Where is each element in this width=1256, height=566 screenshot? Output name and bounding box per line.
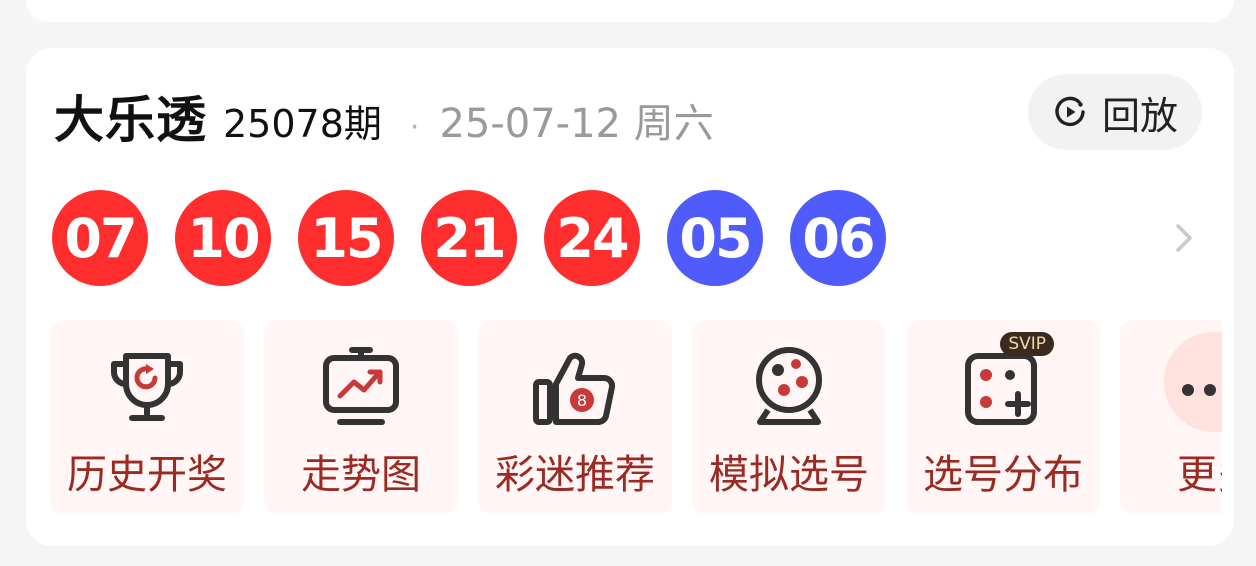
tool-label: 走势图 [301, 452, 421, 498]
tool-trend-chart[interactable]: 走势图 [264, 320, 458, 514]
more-icon [1182, 384, 1216, 396]
tool-label: 选号分布 [923, 452, 1083, 498]
chevron-right-icon[interactable] [1170, 218, 1198, 258]
replay-label: 回放 [1101, 93, 1178, 138]
replay-icon [1055, 96, 1085, 127]
front-ball: 07 [52, 190, 148, 286]
lottery-card: 大乐透 25078期 · 25-07-12 周六 回放 07 10 15 21 … [26, 48, 1234, 546]
front-ball: 10 [175, 190, 271, 286]
front-ball: 24 [544, 190, 640, 286]
thumbs-up-icon: 8 [533, 352, 616, 425]
trophy-icon [111, 353, 183, 421]
front-ball: 15 [298, 190, 394, 286]
lottery-ball-icon [756, 347, 822, 425]
front-ball: 21 [421, 190, 517, 286]
tool-history-draws[interactable]: 历史开奖 [50, 320, 244, 514]
draw-date: 25-07-12 周六 [439, 101, 714, 147]
tool-more[interactable]: 更多 [1120, 320, 1222, 514]
issue-number: 25078期 [223, 102, 382, 146]
lottery-header: 大乐透 25078期 · 25-07-12 周六 [54, 80, 714, 152]
tool-label: 模拟选号 [709, 452, 869, 498]
previous-card [26, 0, 1234, 22]
tool-label: 彩迷推荐 [495, 452, 655, 498]
tool-fan-recommend[interactable]: 8 彩迷推荐 [478, 320, 672, 514]
back-ball: 06 [790, 190, 886, 286]
winning-numbers[interactable]: 07 10 15 21 24 05 06 [52, 190, 913, 286]
lottery-name: 大乐透 [54, 91, 207, 149]
icon-badge-number: 8 [577, 391, 587, 410]
tool-grid: 历史开奖 走势图 8 彩迷推荐 模拟选号 SVIP 选号分布 更 [50, 320, 1222, 514]
tool-label: 历史开奖 [67, 452, 227, 498]
tool-label: 更多 [1177, 452, 1222, 498]
tool-simulate-pick[interactable]: 模拟选号 [692, 320, 886, 514]
replay-button[interactable]: 回放 [1028, 74, 1202, 150]
separator-dot: · [409, 110, 420, 145]
trend-chart-icon [323, 347, 399, 425]
back-ball: 05 [667, 190, 763, 286]
svip-badge: SVIP [1000, 332, 1054, 356]
tool-number-distribution[interactable]: SVIP 选号分布 [906, 320, 1100, 514]
